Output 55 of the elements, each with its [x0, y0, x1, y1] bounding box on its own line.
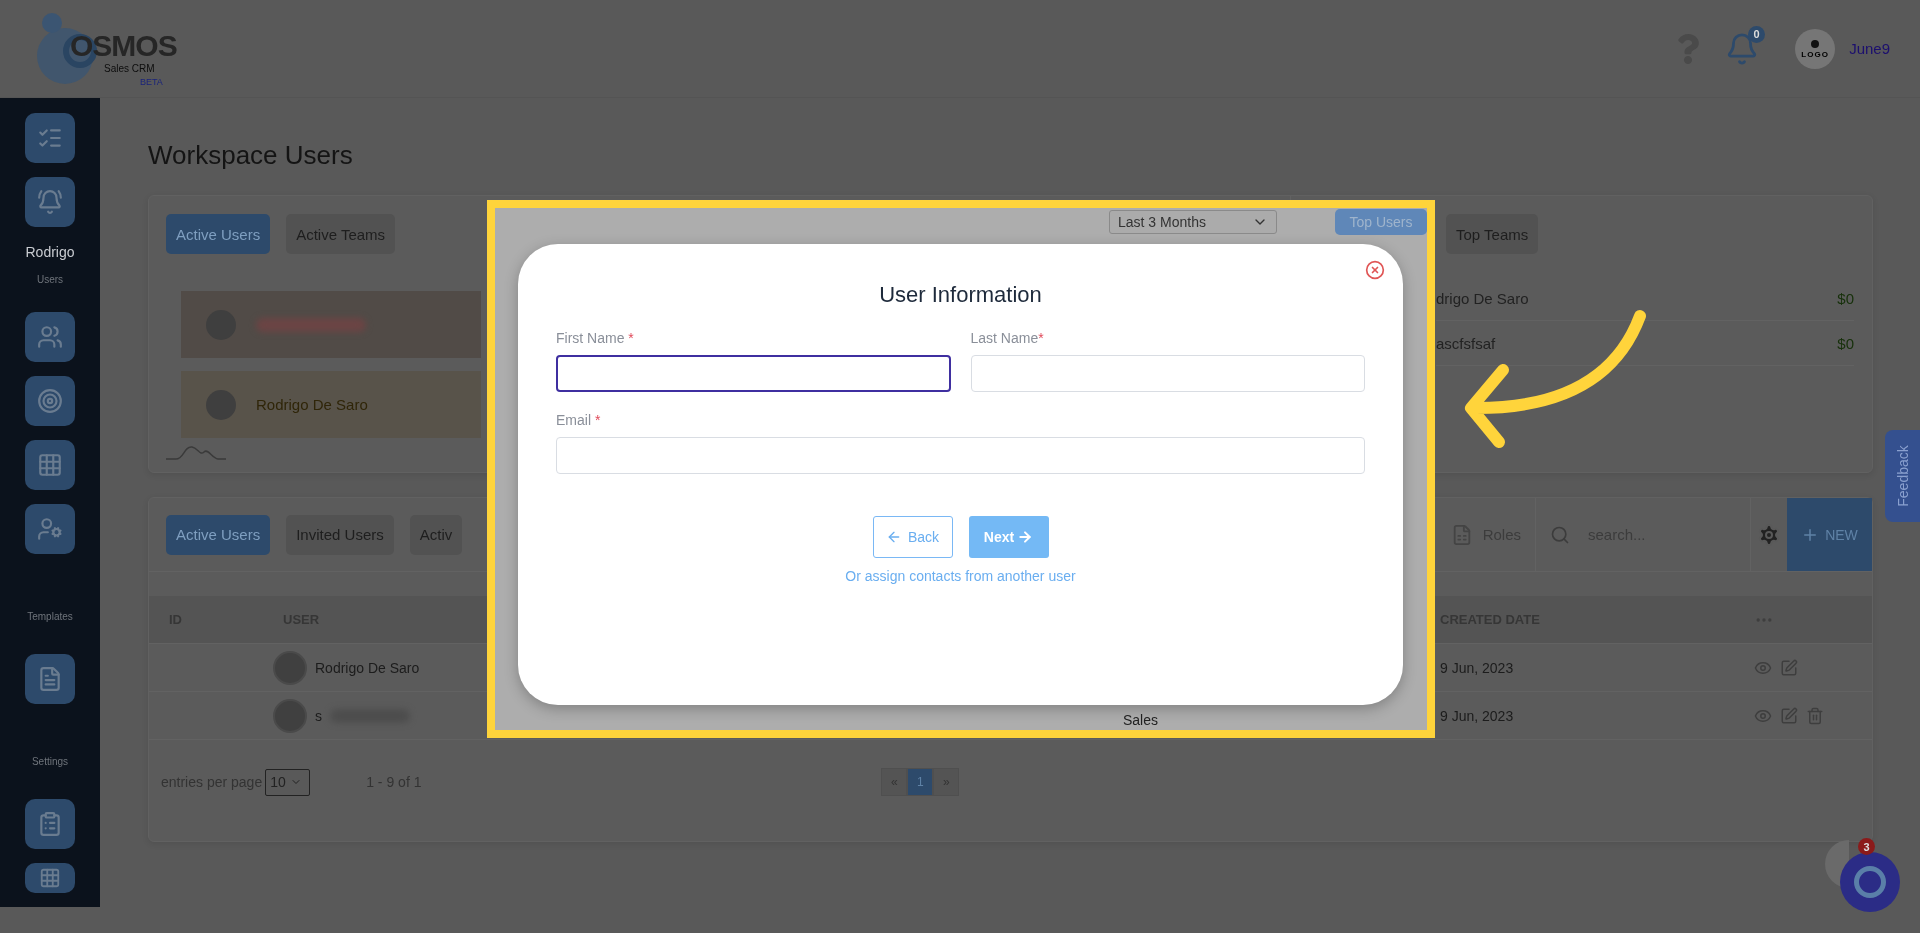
role-cell: Sales	[1123, 712, 1159, 728]
sidebar-caption: Settings	[31, 756, 69, 767]
sidebar-user-label: Rodrigo	[25, 244, 75, 260]
top-user-name: drigo De Saro	[1436, 289, 1529, 307]
tab[interactable]: Active Users	[166, 214, 271, 254]
page-button[interactable]: »	[933, 768, 960, 796]
page-title: Workspace Users	[148, 140, 354, 172]
notification-count: 0	[1748, 25, 1766, 43]
avatar-icon	[273, 650, 307, 685]
tab[interactable]: Active Users	[166, 514, 271, 555]
input-field[interactable]	[556, 355, 951, 392]
avatar-icon	[273, 698, 307, 733]
dialog-title: User Information	[878, 282, 1043, 308]
osmos-logo: OSMOS Sales CRM BETA	[30, 8, 180, 89]
edit-icon[interactable]	[1780, 706, 1798, 725]
search-icon	[1550, 524, 1570, 545]
close-icon[interactable]	[1365, 260, 1385, 280]
clipboard-icon[interactable]	[25, 799, 75, 849]
chat-badge: 3	[1858, 838, 1875, 855]
revenue-amount: $0	[1837, 289, 1854, 307]
top-user-name: ascfsfsaf	[1436, 334, 1496, 352]
sparkline-drawing	[166, 444, 226, 460]
delete-icon[interactable]	[1806, 706, 1824, 725]
sidebar-caption: Templates	[27, 611, 73, 622]
sidebar-caption: Users	[36, 274, 64, 285]
page-button[interactable]: «	[881, 768, 908, 796]
target-icon[interactable]	[25, 376, 75, 426]
revenue-amount: $0	[1837, 334, 1854, 352]
chat-launcher[interactable]	[1840, 852, 1900, 912]
page-button[interactable]: 1	[907, 768, 934, 796]
users-icon[interactable]	[25, 312, 75, 362]
checklist-icon[interactable]	[25, 113, 75, 163]
grid-icon[interactable]	[25, 863, 75, 893]
user-avatar[interactable]: LOGO	[1795, 28, 1836, 69]
user-name[interactable]: June9	[1849, 40, 1890, 57]
user-gear-icon[interactable]	[25, 504, 75, 554]
user-name-cell: Rodrigo De Saro	[315, 659, 420, 676]
grid-icon[interactable]	[25, 440, 75, 490]
next-button[interactable]: Next	[968, 516, 1049, 558]
back-button[interactable]: Back	[872, 516, 953, 558]
avatar-icon	[206, 389, 236, 420]
field-label: First Name *	[556, 330, 635, 346]
field-label: Email *	[556, 412, 602, 428]
period-select[interactable]: Last 3 Months	[1109, 210, 1277, 234]
new-button[interactable]: NEW	[1787, 498, 1872, 571]
field-label: Last Name*	[970, 330, 1045, 346]
leader-name: Rodrigo De Saro	[256, 396, 368, 413]
document-icon[interactable]	[25, 654, 75, 704]
bell-icon[interactable]	[25, 177, 75, 227]
page-size-select[interactable]: 10	[265, 768, 311, 796]
tab[interactable]: Top Users	[1335, 209, 1427, 235]
user-name-cell: s	[315, 707, 322, 724]
assign-contacts-link[interactable]: Or assign contacts from another user	[845, 568, 1076, 584]
feedback-tab[interactable]: Feedback	[1885, 430, 1920, 522]
edit-icon[interactable]	[1780, 658, 1798, 677]
